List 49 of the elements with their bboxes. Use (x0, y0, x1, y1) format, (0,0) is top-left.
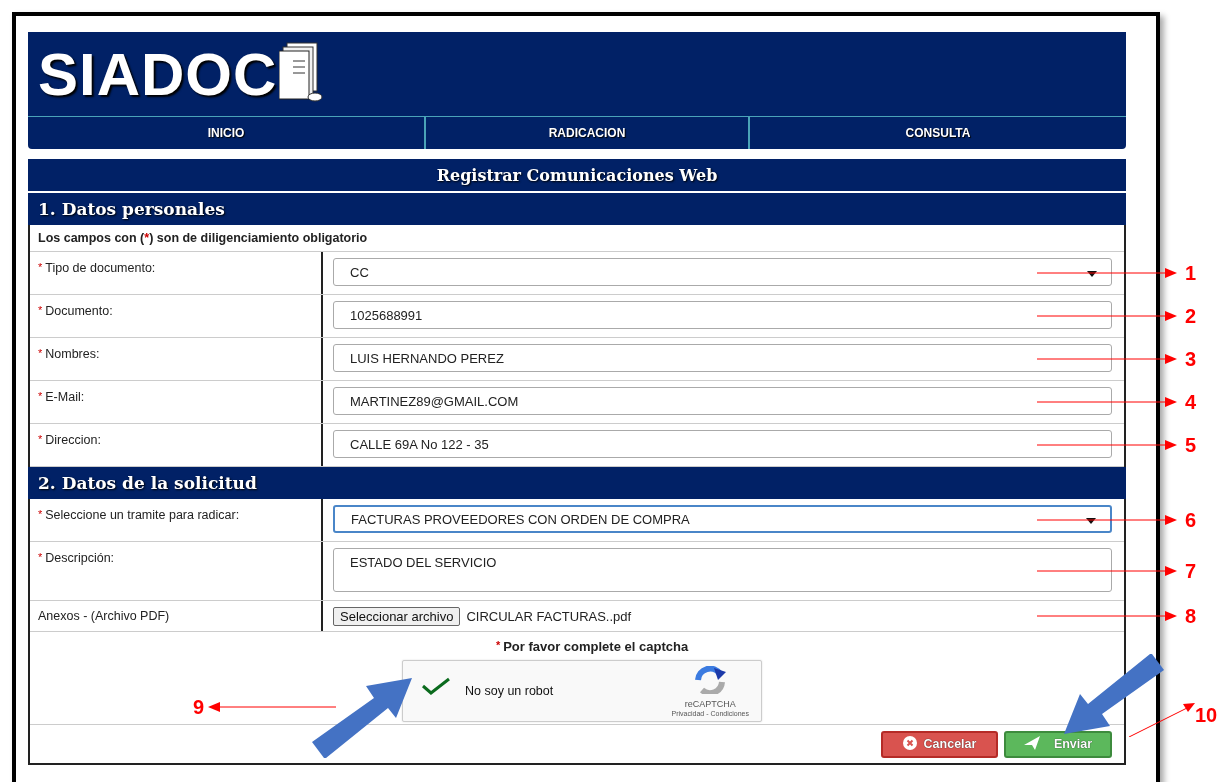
callout-number: 4 (1185, 390, 1197, 414)
input-field[interactable]: CALLE 69A No 122 - 35 (333, 430, 1112, 458)
field-label: Anexos - (Archivo PDF) (38, 609, 170, 623)
cancel-button[interactable]: Cancelar (881, 730, 998, 758)
required-mark: * (38, 390, 43, 402)
nav-tab[interactable]: CONSULTA (750, 117, 1126, 149)
callout-number: 9 (193, 695, 205, 719)
close-icon (902, 735, 917, 753)
text-area[interactable]: ESTADO DEL SERVICIO (333, 548, 1112, 592)
input-field[interactable]: MARTINEZ89@GMAIL.COM (333, 387, 1112, 415)
field-label: Nombres: (45, 347, 100, 361)
form-note: Los campos con (*) son de diligenciamiento obligatorio (30, 225, 1124, 252)
page-title: Registrar Comunicaciones Web (28, 159, 1126, 193)
section-heading: 2. Datos de la solicitud (28, 467, 1126, 499)
callout-number: 3 (1185, 347, 1197, 371)
nav-tab[interactable]: INICIO (28, 117, 426, 149)
field-label: Direccion: (45, 433, 101, 447)
callout-number: 2 (1185, 304, 1197, 328)
required-mark: * (38, 347, 43, 359)
callout-number: 7 (1185, 559, 1197, 583)
required-mark: * (38, 261, 43, 273)
dropdown[interactable]: FACTURAS PROVEEDORES CON ORDEN DE COMPRA (333, 505, 1112, 533)
callout-number: 1 (1185, 261, 1197, 285)
captcha-brand: reCAPTCHA (684, 698, 736, 709)
field-label: Descripción: (45, 551, 115, 565)
required-mark: * (38, 433, 43, 445)
field-label: Seleccione un tramite para radicar: (45, 508, 240, 522)
input-field[interactable]: LUIS HERNANDO PEREZ (333, 344, 1112, 372)
callout-arrow (1129, 703, 1195, 737)
field-label: E-Mail: (45, 390, 85, 404)
required-mark: * (495, 639, 501, 651)
file-name: CIRCULAR FACTURAS..pdf (466, 608, 632, 624)
callout-number: 10 (1195, 703, 1218, 727)
input-field[interactable]: 1025688991 (333, 301, 1112, 329)
callout-number: 6 (1185, 508, 1197, 532)
captcha-label: No soy un robot (465, 684, 554, 698)
required-mark: * (38, 508, 43, 520)
field-label: Documento: (45, 304, 113, 318)
callout-number: 8 (1185, 604, 1197, 628)
dropdown[interactable]: CC (333, 258, 1112, 286)
choose-file-button[interactable]: Seleccionar archivo (333, 606, 461, 626)
nav-tab[interactable]: RADICACION (426, 117, 750, 149)
captcha-prompt: Por favor complete el captcha (503, 639, 689, 654)
field-label: Tipo de documento: (45, 261, 156, 275)
required-mark: * (38, 304, 43, 316)
callout-number: 5 (1185, 433, 1197, 457)
required-mark: * (38, 551, 43, 563)
logo-text: SIADOC (38, 43, 278, 107)
section-heading: 1. Datos personales (28, 193, 1126, 225)
